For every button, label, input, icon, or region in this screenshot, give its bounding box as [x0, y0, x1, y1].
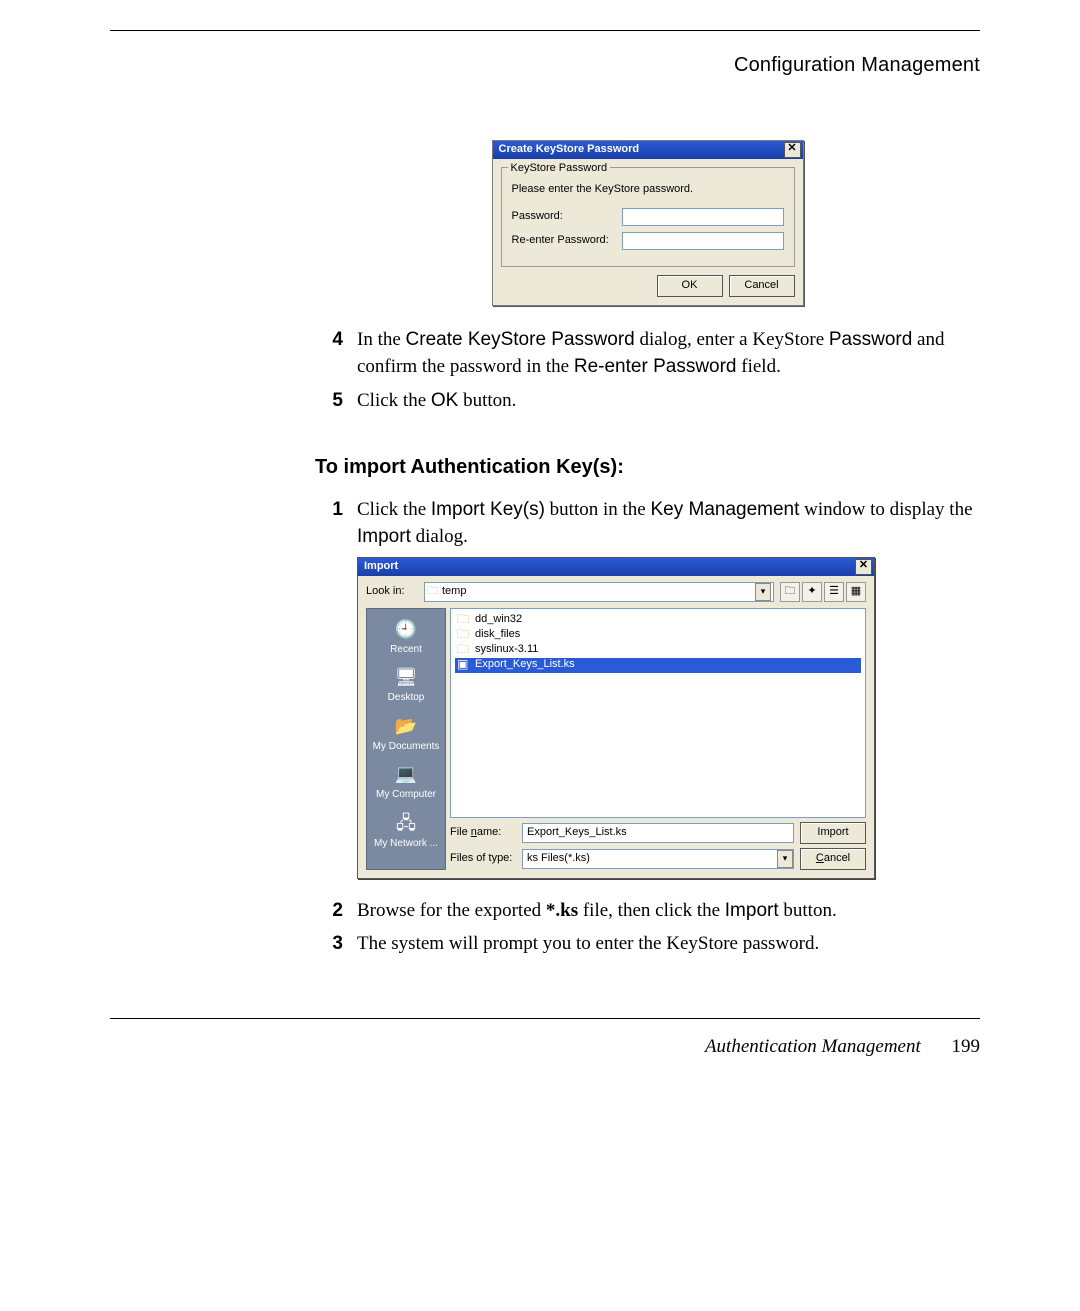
step-text: Click the OK button. — [357, 387, 980, 415]
filename-input[interactable]: Export_Keys_List.ks — [522, 823, 794, 843]
filename-label: File name: — [450, 825, 516, 841]
create-keystore-dialog: Create KeyStore Password ✕ KeyStore Pass… — [492, 140, 804, 306]
list-item[interactable]: 🗀dd_win32 — [455, 613, 861, 628]
places-documents[interactable]: 📂 My Documents — [367, 710, 445, 759]
file-list[interactable]: 🗀dd_win32 🗀disk_files 🗀syslinux-3.11 ▣Ex… — [450, 608, 866, 818]
dialog-title: Import — [364, 559, 398, 575]
desktop-icon: 🖥 — [392, 665, 420, 689]
page-footer: Authentication Management 199 — [110, 1019, 980, 1061]
dialog-title: Create KeyStore Password — [499, 142, 640, 158]
places-recent[interactable]: 🕘 Recent — [367, 613, 445, 662]
import-button[interactable]: Import — [800, 822, 866, 844]
reenter-password-label: Re-enter Password: — [512, 233, 622, 249]
list-item[interactable]: 🗀syslinux-3.11 — [455, 643, 861, 658]
footer-title: Authentication Management — [705, 1036, 921, 1057]
step-text: Browse for the exported *.ks file, then … — [357, 897, 980, 925]
details-view-icon[interactable]: ▦ — [846, 582, 866, 602]
lookin-dropdown[interactable]: 🗀 temp ▾ — [424, 582, 774, 602]
import-dialog: Import ✕ Look in: 🗀 temp ▾ 🗀 ✦ ☰ ▦ — [357, 557, 875, 879]
keystore-groupbox: KeyStore Password Please enter the KeySt… — [501, 167, 795, 267]
step-number: 5 — [315, 387, 343, 415]
list-view-icon[interactable]: ☰ — [824, 582, 844, 602]
list-item[interactable]: 🗀disk_files — [455, 628, 861, 643]
step-number: 4 — [315, 326, 343, 381]
up-folder-icon[interactable]: 🗀 — [780, 582, 800, 602]
recent-icon: 🕘 — [392, 617, 420, 641]
titlebar: Import ✕ — [358, 558, 874, 576]
chevron-down-icon[interactable]: ▾ — [755, 583, 771, 601]
step-number: 2 — [315, 897, 343, 925]
lookin-value: temp — [442, 584, 466, 600]
filetype-dropdown[interactable]: ks Files(*.ks) ▾ — [522, 849, 794, 869]
places-computer[interactable]: 💻 My Computer — [367, 758, 445, 807]
cancel-button[interactable]: Cancel — [800, 848, 866, 870]
places-bar: 🕘 Recent 🖥 Desktop 📂 My Documents 💻 My C… — [366, 608, 446, 870]
step-text: In the Create KeyStore Password dialog, … — [357, 326, 980, 381]
section-heading: To import Authentication Key(s): — [315, 453, 980, 482]
chevron-down-icon[interactable]: ▾ — [777, 850, 793, 868]
places-desktop[interactable]: 🖥 Desktop — [367, 661, 445, 710]
close-icon[interactable]: ✕ — [855, 559, 872, 575]
folder-open-icon: 🗀 — [427, 584, 438, 600]
password-input[interactable] — [622, 208, 784, 226]
step-text: The system will prompt you to enter the … — [357, 930, 980, 958]
cancel-button[interactable]: Cancel — [729, 275, 795, 297]
lookin-label: Look in: — [366, 584, 418, 600]
prompt-text: Please enter the KeyStore password. — [512, 182, 784, 198]
running-head: Configuration Management — [110, 51, 980, 80]
documents-icon: 📂 — [392, 714, 420, 738]
computer-icon: 💻 — [392, 762, 420, 786]
new-folder-icon[interactable]: ✦ — [802, 582, 822, 602]
reenter-password-input[interactable] — [622, 232, 784, 250]
file-icon: ▣ — [457, 656, 471, 673]
close-icon[interactable]: ✕ — [784, 142, 801, 158]
step-number: 3 — [315, 930, 343, 958]
groupbox-title: KeyStore Password — [508, 161, 611, 177]
password-label: Password: — [512, 209, 622, 225]
ok-button[interactable]: OK — [657, 275, 723, 297]
step-number: 1 — [315, 496, 343, 551]
list-item[interactable]: ▣Export_Keys_List.ks — [455, 658, 861, 673]
step-text: Click the Import Key(s) button in the Ke… — [357, 496, 980, 551]
filetype-label: Files of type: — [450, 851, 516, 867]
network-icon: 🖧 — [392, 811, 420, 835]
page-number: 199 — [952, 1036, 981, 1057]
titlebar: Create KeyStore Password ✕ — [493, 141, 803, 159]
places-network[interactable]: 🖧 My Network ... — [367, 807, 445, 856]
